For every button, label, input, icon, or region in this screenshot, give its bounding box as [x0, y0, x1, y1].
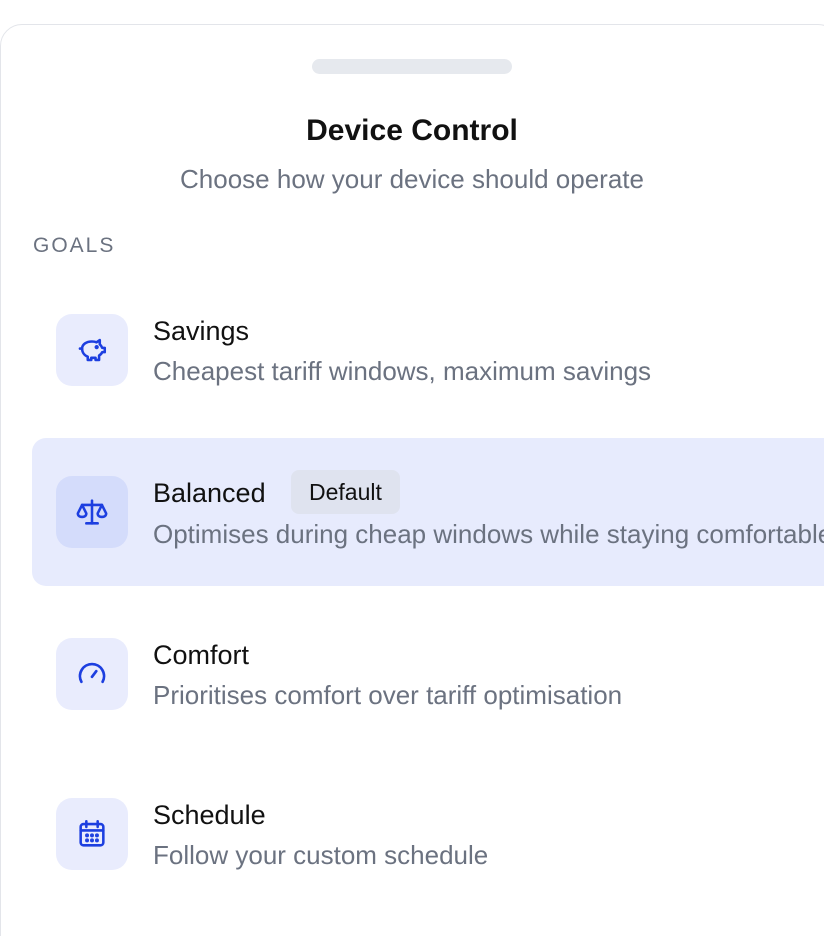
option-title: Comfort [153, 640, 250, 670]
calendar-icon [56, 798, 128, 870]
section-label-goals: GOALS [33, 234, 116, 257]
scale-icon [56, 476, 128, 548]
drag-handle[interactable] [312, 59, 512, 74]
option-schedule[interactable]: Schedule Follow your custom schedule [32, 760, 824, 908]
page: Device Control Choose how your device sh… [0, 0, 824, 936]
option-title: Balanced [153, 478, 266, 508]
option-comfort[interactable]: Comfort Prioritises comfort over tariff … [32, 600, 824, 748]
option-balanced[interactable]: Balanced Default Optimises during cheap … [32, 438, 824, 586]
default-badge: Default [291, 470, 400, 514]
option-title: Schedule [153, 800, 266, 830]
option-description: Optimises during cheap windows while sta… [153, 519, 824, 549]
option-title: Savings [153, 316, 250, 346]
option-description: Cheapest tariff windows, maximum savings [153, 356, 652, 386]
page-subtitle: Choose how your device should operate [180, 164, 644, 194]
page-title: Device Control [306, 114, 518, 147]
gauge-icon [56, 638, 128, 710]
option-description: Follow your custom schedule [153, 840, 489, 870]
option-savings[interactable]: Savings Cheapest tariff windows, maximum… [32, 276, 824, 424]
option-description: Prioritises comfort over tariff optimisa… [153, 680, 623, 710]
piggy-bank-icon [56, 314, 128, 386]
